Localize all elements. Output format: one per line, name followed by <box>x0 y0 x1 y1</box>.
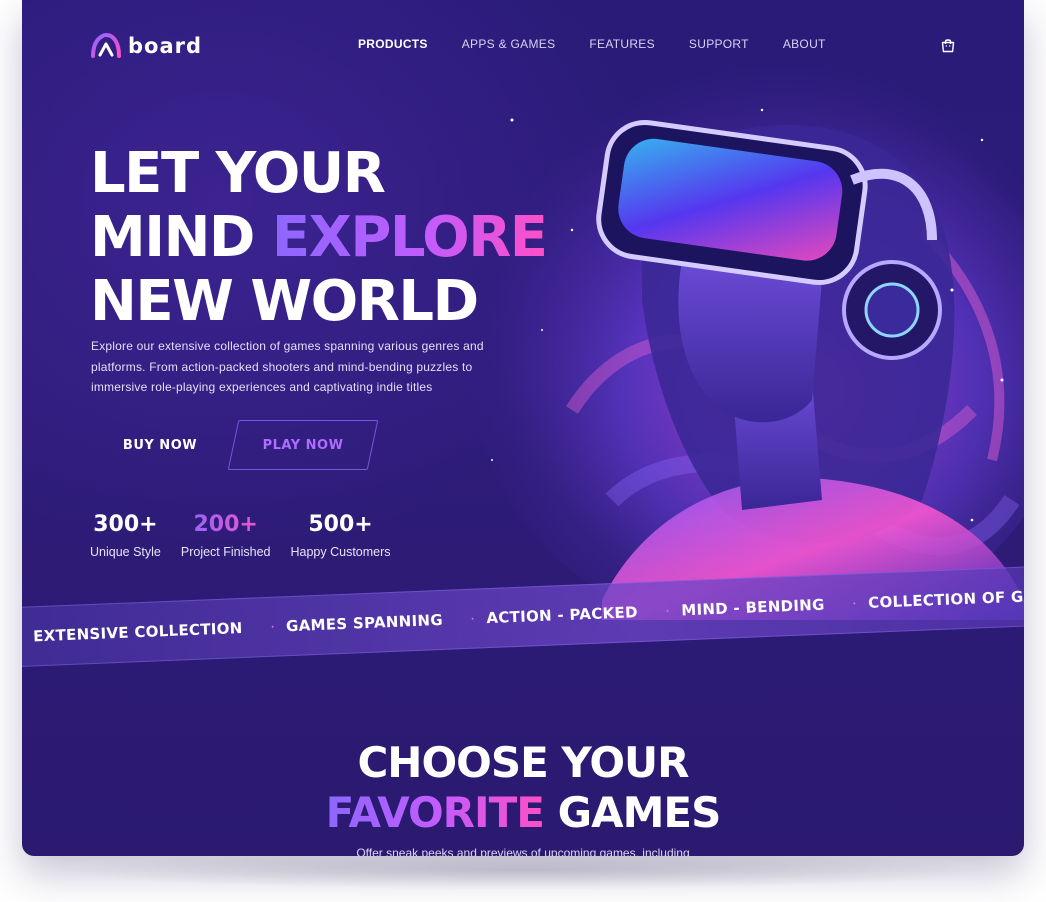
nav-support[interactable]: SUPPORT <box>689 37 749 51</box>
stat-label: Project Finished <box>180 545 271 559</box>
play-now-button[interactable]: PLAY NOW <box>233 420 373 470</box>
section-title-line-2: FAVORITE GAMES <box>22 788 1024 838</box>
buy-now-label: BUY NOW <box>122 437 198 453</box>
title-games: GAMES <box>543 788 722 837</box>
section-title-line-1: CHOOSE YOUR <box>357 738 689 787</box>
nav-about[interactable]: ABOUT <box>783 37 826 51</box>
section-subtitle: Offer sneak peeks and previews of upcomi… <box>356 846 690 856</box>
title-favorite: FAVORITE <box>325 788 545 837</box>
headline-explore: EXPLORE <box>271 205 548 270</box>
marquee-item: GAMES SPANNING <box>285 610 444 636</box>
stat-label: Unique Style <box>90 545 161 559</box>
landing-page: board PRODUCTS APPS & GAMES FEATURES SUP… <box>22 0 1024 856</box>
nav-products[interactable]: PRODUCTS <box>358 37 428 51</box>
sparkle-icon <box>852 601 857 606</box>
main-menu: PRODUCTS APPS & GAMES FEATURES SUPPORT A… <box>358 37 860 51</box>
brand-name: board <box>128 34 203 58</box>
brand-logo[interactable]: board <box>90 33 202 59</box>
stat-label: Happy Customers <box>290 545 391 559</box>
headline-line-3: NEW WORLD <box>90 269 479 334</box>
sparkle-icon <box>470 616 475 621</box>
nav-features[interactable]: FEATURES <box>589 37 655 51</box>
card-shadow <box>60 850 986 890</box>
stat-happy-customers: 500+ Happy Customers <box>291 512 391 559</box>
marquee-item: MIND - BENDING <box>680 595 826 620</box>
nav-apps-games[interactable]: APPS & GAMES <box>462 37 556 51</box>
headline-line-1: LET YOUR <box>90 141 386 206</box>
buy-now-button[interactable]: BUY NOW <box>90 420 230 470</box>
stats-row: 300+ Unique Style 200+ Project Finished … <box>90 512 411 559</box>
headline-mind: MIND <box>90 205 272 270</box>
marquee-item: EXTENSIVE COLLECTION <box>32 618 243 646</box>
shopping-bag-icon[interactable] <box>940 37 956 53</box>
stat-value: 500+ <box>308 512 373 537</box>
stat-project-finished: 200+ Project Finished <box>181 512 271 559</box>
hero-description: Explore our extensive collection of game… <box>91 339 484 394</box>
stat-value: 200+ <box>181 512 271 537</box>
marquee-item: ACTION - PACKED <box>486 603 639 628</box>
logo-arch-icon <box>91 33 121 58</box>
sparkle-icon <box>270 624 275 629</box>
play-now-label: PLAY NOW <box>262 437 344 453</box>
top-nav: board PRODUCTS APPS & GAMES FEATURES SUP… <box>22 0 1024 90</box>
marquee-item: COLLECTION OF GAMES <box>867 585 1024 612</box>
hero-headline: LET YOUR MIND EXPLORE NEW WORLD <box>90 141 548 334</box>
stat-unique-style: 300+ Unique Style <box>90 512 161 559</box>
sparkle-icon <box>665 609 670 613</box>
stat-value: 300+ <box>93 512 158 537</box>
headline-line-2: MIND EXPLORE <box>90 205 548 270</box>
